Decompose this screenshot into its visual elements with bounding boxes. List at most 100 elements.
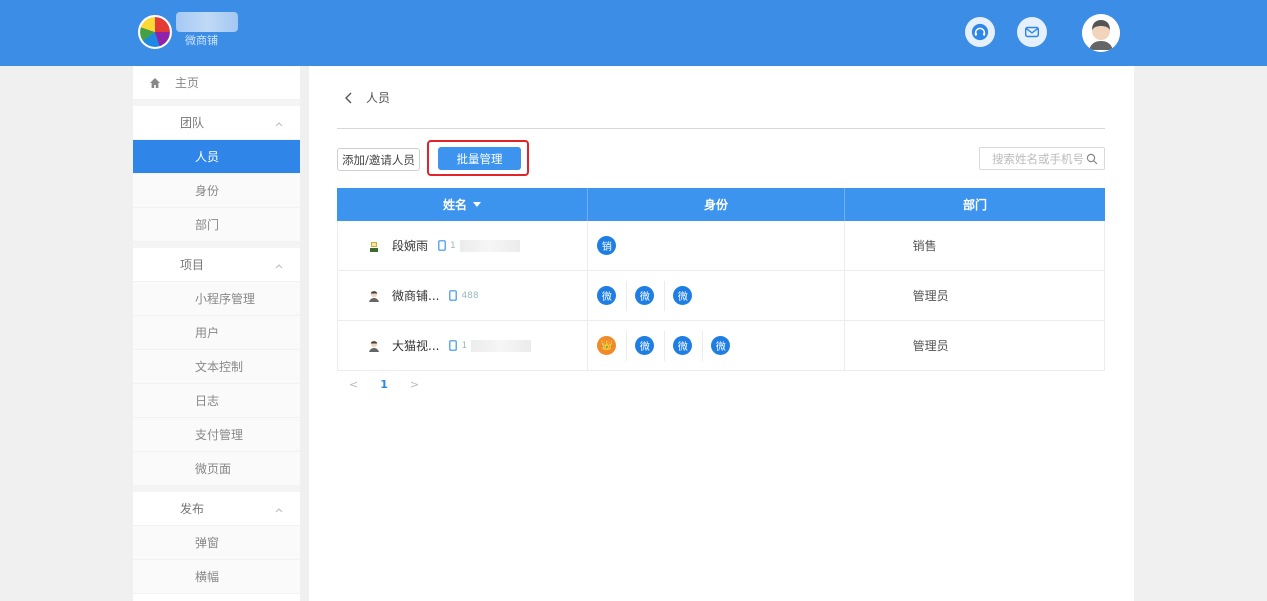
- sidebar-item-payment[interactable]: 支付管理: [133, 418, 300, 452]
- sidebar-item-logs[interactable]: 日志: [133, 384, 300, 418]
- chevron-up-icon: [275, 508, 283, 513]
- phone-redacted: [471, 339, 532, 352]
- sidebar-item-personnel[interactable]: 人员: [133, 140, 300, 174]
- sidebar-item-label: 小程序管理: [195, 292, 256, 306]
- chevron-left-icon[interactable]: [344, 92, 354, 104]
- sidebar-item-label: 弹窗: [195, 536, 220, 550]
- breadcrumb-current: 人员: [366, 91, 391, 105]
- phone-icon: [449, 290, 458, 301]
- sidebar-group-label: 发布: [180, 502, 205, 516]
- badge-divider: [626, 280, 628, 311]
- cell-department: 销售: [912, 239, 937, 253]
- person-avatar-icon: [370, 241, 378, 252]
- brand-text: 微商铺: [185, 34, 218, 47]
- sidebar-item-banner[interactable]: 横幅: [133, 560, 300, 594]
- cell-name: 微商铺... 488: [338, 271, 589, 320]
- sidebar-item-micropage[interactable]: 微页面: [133, 452, 300, 486]
- badge-divider: [702, 330, 704, 361]
- headset-icon[interactable]: [965, 17, 995, 47]
- person-name: 微商铺...: [392, 289, 440, 303]
- sort-down-icon[interactable]: [473, 202, 481, 207]
- next-page-button[interactable]: >: [410, 378, 419, 391]
- page-number-current[interactable]: 1: [380, 378, 388, 391]
- chevron-up-icon: [275, 122, 283, 127]
- table-row[interactable]: 段婉雨 1 销 销售: [337, 221, 1105, 271]
- top-header: 微商铺: [0, 0, 1267, 66]
- column-header-department: 部门: [845, 188, 1105, 221]
- batch-manage-button[interactable]: 批量管理: [438, 147, 521, 170]
- mail-icon[interactable]: [1017, 17, 1047, 47]
- phone-number: 488: [461, 290, 479, 301]
- role-badge[interactable]: 微: [673, 336, 693, 355]
- home-icon: [150, 77, 160, 88]
- cell-identity: 微 微 微: [588, 271, 845, 320]
- sidebar-item-text-control[interactable]: 文本控制: [133, 350, 300, 384]
- cell-name: 段婉雨 1: [338, 221, 589, 270]
- sidebar-item-miniprogram[interactable]: 小程序管理: [133, 282, 300, 316]
- role-badge[interactable]: 微: [711, 336, 731, 355]
- sidebar-item-identity[interactable]: 身份: [133, 174, 300, 208]
- role-badge[interactable]: 微: [635, 286, 655, 305]
- chevron-up-icon: [275, 264, 283, 269]
- sidebar-group-team[interactable]: 团队: [133, 100, 300, 140]
- role-badge[interactable]: 微: [673, 286, 693, 305]
- person-avatar-icon: [369, 340, 379, 352]
- prev-page-button[interactable]: <: [349, 378, 358, 391]
- person-name: 段婉雨: [392, 239, 429, 253]
- column-header-label: 姓名: [442, 198, 467, 212]
- role-badge[interactable]: 微: [635, 336, 655, 355]
- sidebar-item-label: 用户: [195, 326, 220, 340]
- phone-number: 1: [461, 340, 468, 351]
- phone-number: 1: [450, 240, 456, 251]
- add-invite-button[interactable]: 添加/邀请人员: [337, 148, 420, 171]
- sidebar-item-label: 主页: [175, 76, 200, 90]
- column-header-identity: 身份: [588, 188, 845, 221]
- sidebar-group-label: 团队: [180, 116, 205, 130]
- sidebar-item-label: 日志: [195, 394, 220, 408]
- phone-icon: [438, 240, 446, 251]
- sidebar-item-label: 微页面: [195, 462, 232, 476]
- sidebar-item-label: 人员: [195, 150, 220, 164]
- table-row[interactable]: 微商铺... 488 微 微 微 管理员: [337, 271, 1105, 321]
- cell-department: 管理员: [912, 289, 949, 303]
- sidebar-group-project[interactable]: 项目: [133, 242, 300, 282]
- person-name: 大猫视...: [392, 339, 440, 353]
- main-panel: 人员 添加/邀请人员 批量管理 姓名 身份 部门 段婉雨 1: [309, 66, 1134, 601]
- badge-divider: [664, 280, 666, 311]
- cell-department: 管理员: [912, 339, 949, 353]
- sidebar-item-label: 部门: [195, 218, 220, 232]
- role-badge[interactable]: 销: [597, 236, 617, 255]
- column-header-label: 身份: [703, 198, 728, 212]
- sidebar-item-label: 文本控制: [195, 360, 244, 374]
- sidebar-group-label: 项目: [180, 258, 205, 272]
- column-header-name[interactable]: 姓名: [337, 188, 588, 221]
- search-icon[interactable]: [1086, 153, 1098, 165]
- brand-logo[interactable]: [138, 15, 172, 49]
- sidebar-item-label: 横幅: [195, 570, 220, 584]
- cell-name: 大猫视... 1: [338, 321, 589, 370]
- cell-identity: 👑 微 微 微: [588, 321, 845, 370]
- user-avatar[interactable]: [1082, 14, 1120, 52]
- sidebar-item-label: 支付管理: [195, 428, 244, 442]
- person-avatar-icon: [369, 290, 379, 302]
- personnel-table: 姓名 身份 部门 段婉雨 1 销 销售 微商铺... 488 微 微 微 管理员…: [337, 188, 1105, 371]
- sidebar-group-publish[interactable]: 发布: [133, 486, 300, 526]
- role-badge[interactable]: 微: [597, 286, 617, 305]
- crown-badge-icon[interactable]: 👑: [597, 336, 617, 355]
- search-input[interactable]: [980, 148, 1084, 169]
- sidebar-item-label: 身份: [195, 184, 220, 198]
- cell-identity: 销: [588, 221, 845, 270]
- table-row[interactable]: 大猫视... 1 👑 微 微 微 管理员: [337, 321, 1105, 371]
- column-header-label: 部门: [962, 198, 987, 212]
- divider: [337, 128, 1105, 129]
- sidebar-item-department[interactable]: 部门: [133, 208, 300, 242]
- sidebar-item-popup[interactable]: 弹窗: [133, 526, 300, 560]
- brand-name-redacted: [176, 12, 238, 32]
- sidebar-item-users[interactable]: 用户: [133, 316, 300, 350]
- phone-redacted: [459, 239, 520, 252]
- breadcrumb: 人员: [344, 89, 390, 106]
- phone-icon: [449, 340, 458, 351]
- table-header: 姓名 身份 部门: [337, 188, 1105, 221]
- sidebar-item-home[interactable]: 主页: [133, 66, 300, 100]
- search-box[interactable]: [979, 147, 1105, 170]
